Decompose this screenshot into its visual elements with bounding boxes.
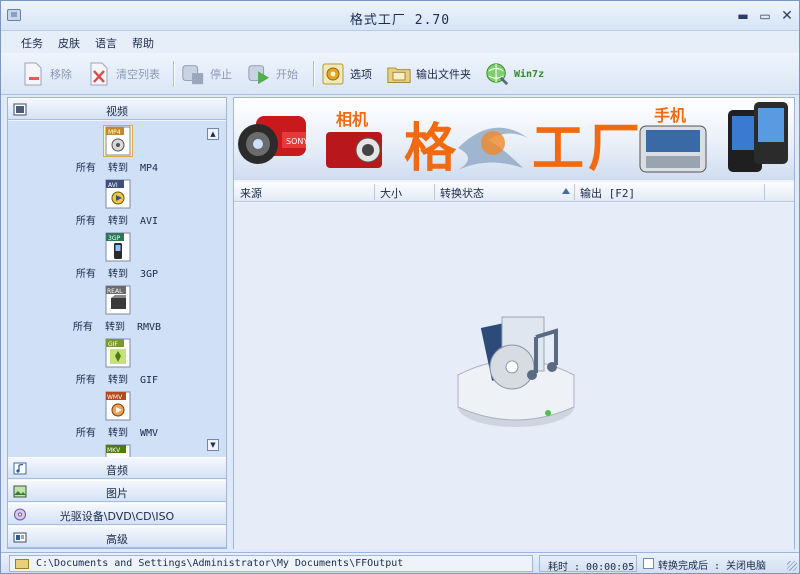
svg-text:3GP: 3GP [108, 235, 120, 242]
convert-to-mkv[interactable]: MKV [8, 444, 208, 457]
win7z-globe-icon [486, 63, 509, 86]
pda-phone-icon [728, 102, 788, 172]
banner-splash-graphic [458, 127, 528, 170]
menu-language[interactable]: 语言 [95, 35, 117, 51]
after-convert-checkbox[interactable] [643, 558, 654, 569]
camcorder-brand: SONY [286, 137, 308, 146]
svg-text:MP4: MP4 [108, 129, 121, 136]
svg-text:REAL: REAL [107, 288, 123, 295]
column-divider[interactable] [434, 184, 435, 200]
mp4-file-icon: MP4 [103, 125, 133, 157]
minimize-button[interactable]: ▬ [735, 8, 751, 24]
start-button[interactable]: 开始 [247, 59, 298, 89]
close-button[interactable]: ✕ [779, 8, 795, 24]
category-image[interactable]: 图片 [8, 480, 226, 502]
product-banner: SONY 相机 格 工厂 手机 [234, 98, 794, 180]
maximize-button[interactable]: ▭ [757, 8, 773, 24]
folder-icon [15, 559, 29, 569]
menu-help[interactable]: 帮助 [132, 35, 154, 51]
category-advanced[interactable]: 高级 [8, 526, 226, 548]
status-bar: C:\Documents and Settings\Administrator\… [1, 552, 799, 573]
column-source[interactable]: 来源 [240, 185, 262, 201]
convert-to-wmv[interactable]: WMV 所有 转到 WMV [8, 391, 208, 444]
video-conversion-list[interactable]: MP4 所有 转到 MP4 AVI 所有 转到 AVI 3GP 所有 转到 3G… [8, 121, 226, 457]
gear-icon [322, 63, 344, 85]
svg-text:AVI: AVI [108, 182, 118, 189]
rmvb-file-icon: REAL [105, 285, 131, 315]
play-icon [248, 65, 270, 85]
stop-icon [182, 65, 204, 85]
svg-text:MKV: MKV [107, 447, 121, 454]
banner-title-right: 工厂 [532, 118, 645, 179]
category-sidebar: 视频 MP4 所有 转到 MP4 AVI 所有 转到 AVI 3GP 所有 转到… [7, 97, 227, 549]
options-button[interactable]: 选项 [321, 59, 372, 89]
convert-to-avi[interactable]: AVI 所有 转到 AVI [8, 179, 208, 232]
resize-grip-icon[interactable] [787, 561, 797, 571]
toolbar-separator [313, 61, 315, 87]
title-bar[interactable]: 格式工厂 2.70 ▬ ▭ ✕ [1, 1, 799, 31]
toolbar: 移除 清空列表 停止 开始 选项 输出文件夹 Win7z [1, 53, 799, 95]
column-output[interactable]: 输出 [F2] [580, 185, 635, 201]
toolbar-separator [173, 61, 175, 87]
camera-label: 相机 [336, 110, 369, 129]
menu-bar: 任务 皮肤 语言 帮助 [1, 31, 799, 53]
mkv-file-icon: MKV [105, 444, 131, 457]
category-audio[interactable]: 音频 [8, 457, 226, 479]
convert-to-3gp[interactable]: 3GP 所有 转到 3GP [8, 232, 208, 285]
win7z-button[interactable]: Win7z [485, 59, 544, 89]
column-divider[interactable] [574, 184, 575, 200]
column-status[interactable]: 转换状态 [440, 185, 484, 201]
column-size[interactable]: 大小 [380, 185, 402, 201]
stop-button[interactable]: 停止 [181, 59, 232, 89]
smartphone-icon [639, 125, 707, 173]
category-video[interactable]: 视频 [8, 98, 226, 120]
task-table-header: 来源 大小 转换状态 输出 [F2] [234, 182, 794, 202]
3gp-file-icon: 3GP [105, 232, 131, 262]
output-path-box[interactable]: C:\Documents and Settings\Administrator\… [9, 555, 533, 572]
sort-ascending-icon [562, 188, 570, 194]
task-list-area[interactable] [234, 203, 794, 549]
convert-to-mp4[interactable]: MP4 所有 转到 MP4 [8, 125, 208, 179]
clear-list-button[interactable]: 清空列表 [87, 59, 160, 89]
gif-file-icon: GIF [105, 338, 131, 368]
app-window: 格式工厂 2.70 ▬ ▭ ✕ 任务 皮肤 语言 帮助 移除 清空列表 停止 开… [0, 0, 800, 574]
after-convert-label[interactable]: 转换完成后 : 关闭电脑 [658, 557, 766, 572]
camcorder-icon: SONY [238, 116, 308, 164]
convert-to-gif[interactable]: GIF 所有 转到 GIF [8, 338, 208, 391]
column-divider[interactable] [374, 184, 375, 200]
elapsed-time-box: 耗时 : 00:00:05 [539, 555, 637, 573]
output-path: C:\Documents and Settings\Administrator\… [36, 558, 404, 569]
category-rom-device[interactable]: 光驱设备\DVD\CD\ISO [8, 503, 226, 525]
column-divider[interactable] [764, 184, 765, 200]
digital-camera-icon [326, 132, 382, 168]
window-title: 格式工厂 2.70 [349, 13, 451, 28]
convert-to-rmvb[interactable]: REAL 所有 转到 RMVB [8, 285, 208, 338]
menu-skin[interactable]: 皮肤 [58, 35, 80, 51]
remove-button[interactable]: 移除 [21, 59, 72, 89]
svg-text:GIF: GIF [108, 341, 118, 348]
svg-text:WMV: WMV [107, 394, 123, 401]
list-scroll-down-button[interactable]: ▼ [207, 439, 219, 451]
output-folder-button[interactable]: 输出文件夹 [387, 59, 471, 89]
clear-list-icon [90, 62, 108, 86]
document-remove-icon [24, 62, 42, 86]
format-factory-logo-icon [457, 316, 575, 427]
elapsed-time: 耗时 : 00:00:05 [548, 562, 635, 573]
menu-task[interactable]: 任务 [21, 35, 43, 51]
wmv-file-icon: WMV [105, 391, 131, 421]
avi-file-icon: AVI [105, 179, 131, 209]
folder-icon [387, 67, 411, 83]
list-scroll-up-button[interactable]: ▲ [207, 128, 219, 140]
main-panel: SONY 相机 格 工厂 手机 来源 大小 转换状态 输出 [F2] [233, 97, 795, 549]
